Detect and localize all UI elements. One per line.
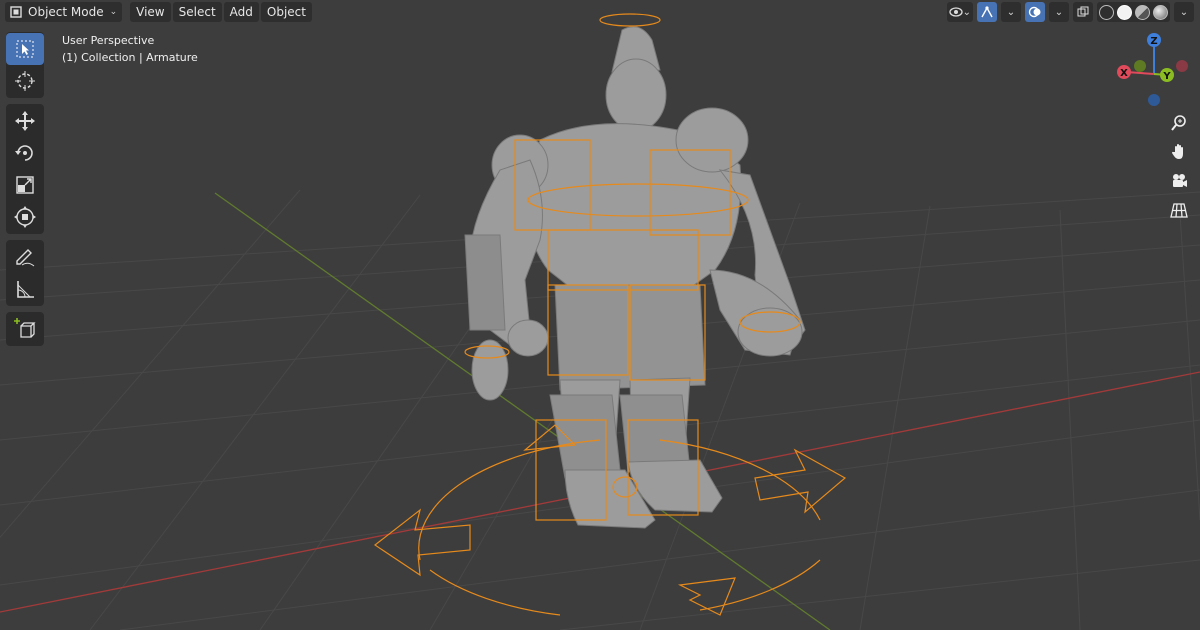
eye-icon [948,7,963,17]
active-object-info: (1) Collection | Armature [62,51,198,64]
rotate-icon [15,145,33,161]
pencil-icon [16,249,35,267]
transform-tool[interactable] [6,201,44,233]
negative-y-axis-handle[interactable] [1134,60,1146,72]
camera-view-button[interactable] [1166,168,1192,194]
zoom-button[interactable] [1166,110,1192,136]
move-tool[interactable] [6,105,44,137]
select-box-icon [16,40,34,58]
mode-label: Object Mode [28,5,104,19]
material-shading-icon[interactable] [1135,4,1150,20]
chevron-down-icon: ⌄ [1054,6,1064,18]
scale-icon [16,176,34,194]
viewport-header: Object Mode ⌄ View Select Add Object ⌄ ⌄… [0,0,1200,24]
mode-selector[interactable]: Object Mode ⌄ [5,2,123,22]
view-name: User Perspective [62,34,155,47]
shading-dropdown[interactable]: ⌄ [1174,2,1194,22]
measure-icon [17,281,34,298]
overlays-toggle-button[interactable] [1025,2,1045,22]
transform-tool-group [6,104,44,234]
zoom-icon [1171,115,1186,131]
shading-mode-group [1097,2,1170,22]
solid-shading-icon[interactable] [1117,4,1132,20]
chevron-down-icon: ⌄ [109,7,118,17]
select-box-tool[interactable] [6,33,44,65]
annotate-tool[interactable] [6,241,44,273]
pan-button[interactable] [1166,139,1192,165]
object-mode-icon [10,6,22,18]
negative-x-axis-handle[interactable] [1176,60,1188,72]
measure-tool[interactable] [6,273,44,305]
add-cube-icon [14,318,36,338]
gizmo-toggle-button[interactable] [977,2,997,22]
z-axis-label: Z [1150,36,1157,47]
camera-icon [1173,174,1187,187]
viewport-info: User Perspective (1) Collection | Armatu… [62,32,198,66]
3d-viewport[interactable]: Object Mode ⌄ View Select Add Object ⌄ ⌄… [0,0,1200,630]
rendered-shading-icon[interactable] [1153,4,1168,20]
menu-view[interactable]: View [130,2,171,22]
transform-icon [14,206,36,228]
chevron-down-icon: ⌄ [962,6,971,18]
chevron-down-icon: ⌄ [1006,6,1016,18]
add-cube-tool[interactable] [6,313,44,345]
gizmo-icon [981,6,993,18]
chevron-down-icon: ⌄ [1179,6,1189,18]
rotate-tool[interactable] [6,137,44,169]
move-icon [15,111,35,131]
ortho-toggle-button[interactable] [1166,197,1192,223]
grid-perspective-icon [1170,203,1188,218]
cursor-tool[interactable] [6,65,44,97]
visibility-button[interactable]: ⌄ [946,2,973,22]
wireframe-shading-icon[interactable] [1099,4,1114,20]
select-tool-group [6,32,44,98]
scene-canvas[interactable] [0,0,1200,630]
header-menu: View Select Add Object [130,2,312,22]
gizmo-dropdown[interactable]: ⌄ [1001,2,1021,22]
x-axis-label: X [1120,68,1128,79]
xray-icon [1077,6,1089,17]
menu-select[interactable]: Select [172,2,222,22]
navigation-gizmo[interactable]: Z X Y [1110,30,1200,110]
overlays-icon [1028,6,1041,18]
menu-add[interactable]: Add [223,2,259,22]
add-tool-group [6,312,44,346]
scale-tool[interactable] [6,169,44,201]
annotate-tool-group [6,240,44,306]
overlays-dropdown[interactable]: ⌄ [1049,2,1069,22]
xray-toggle-button[interactable] [1073,2,1093,22]
character-model[interactable] [464,26,806,529]
cursor-icon [15,71,35,91]
negative-z-axis-handle[interactable] [1148,94,1160,106]
tool-shelf [6,32,44,352]
menu-object[interactable]: Object [260,2,312,22]
navigation-buttons [1166,110,1192,226]
hand-icon [1172,144,1183,159]
header-right-controls: ⌄ ⌄ ⌄ ⌄ [946,2,1194,22]
y-axis-label: Y [1162,71,1171,82]
